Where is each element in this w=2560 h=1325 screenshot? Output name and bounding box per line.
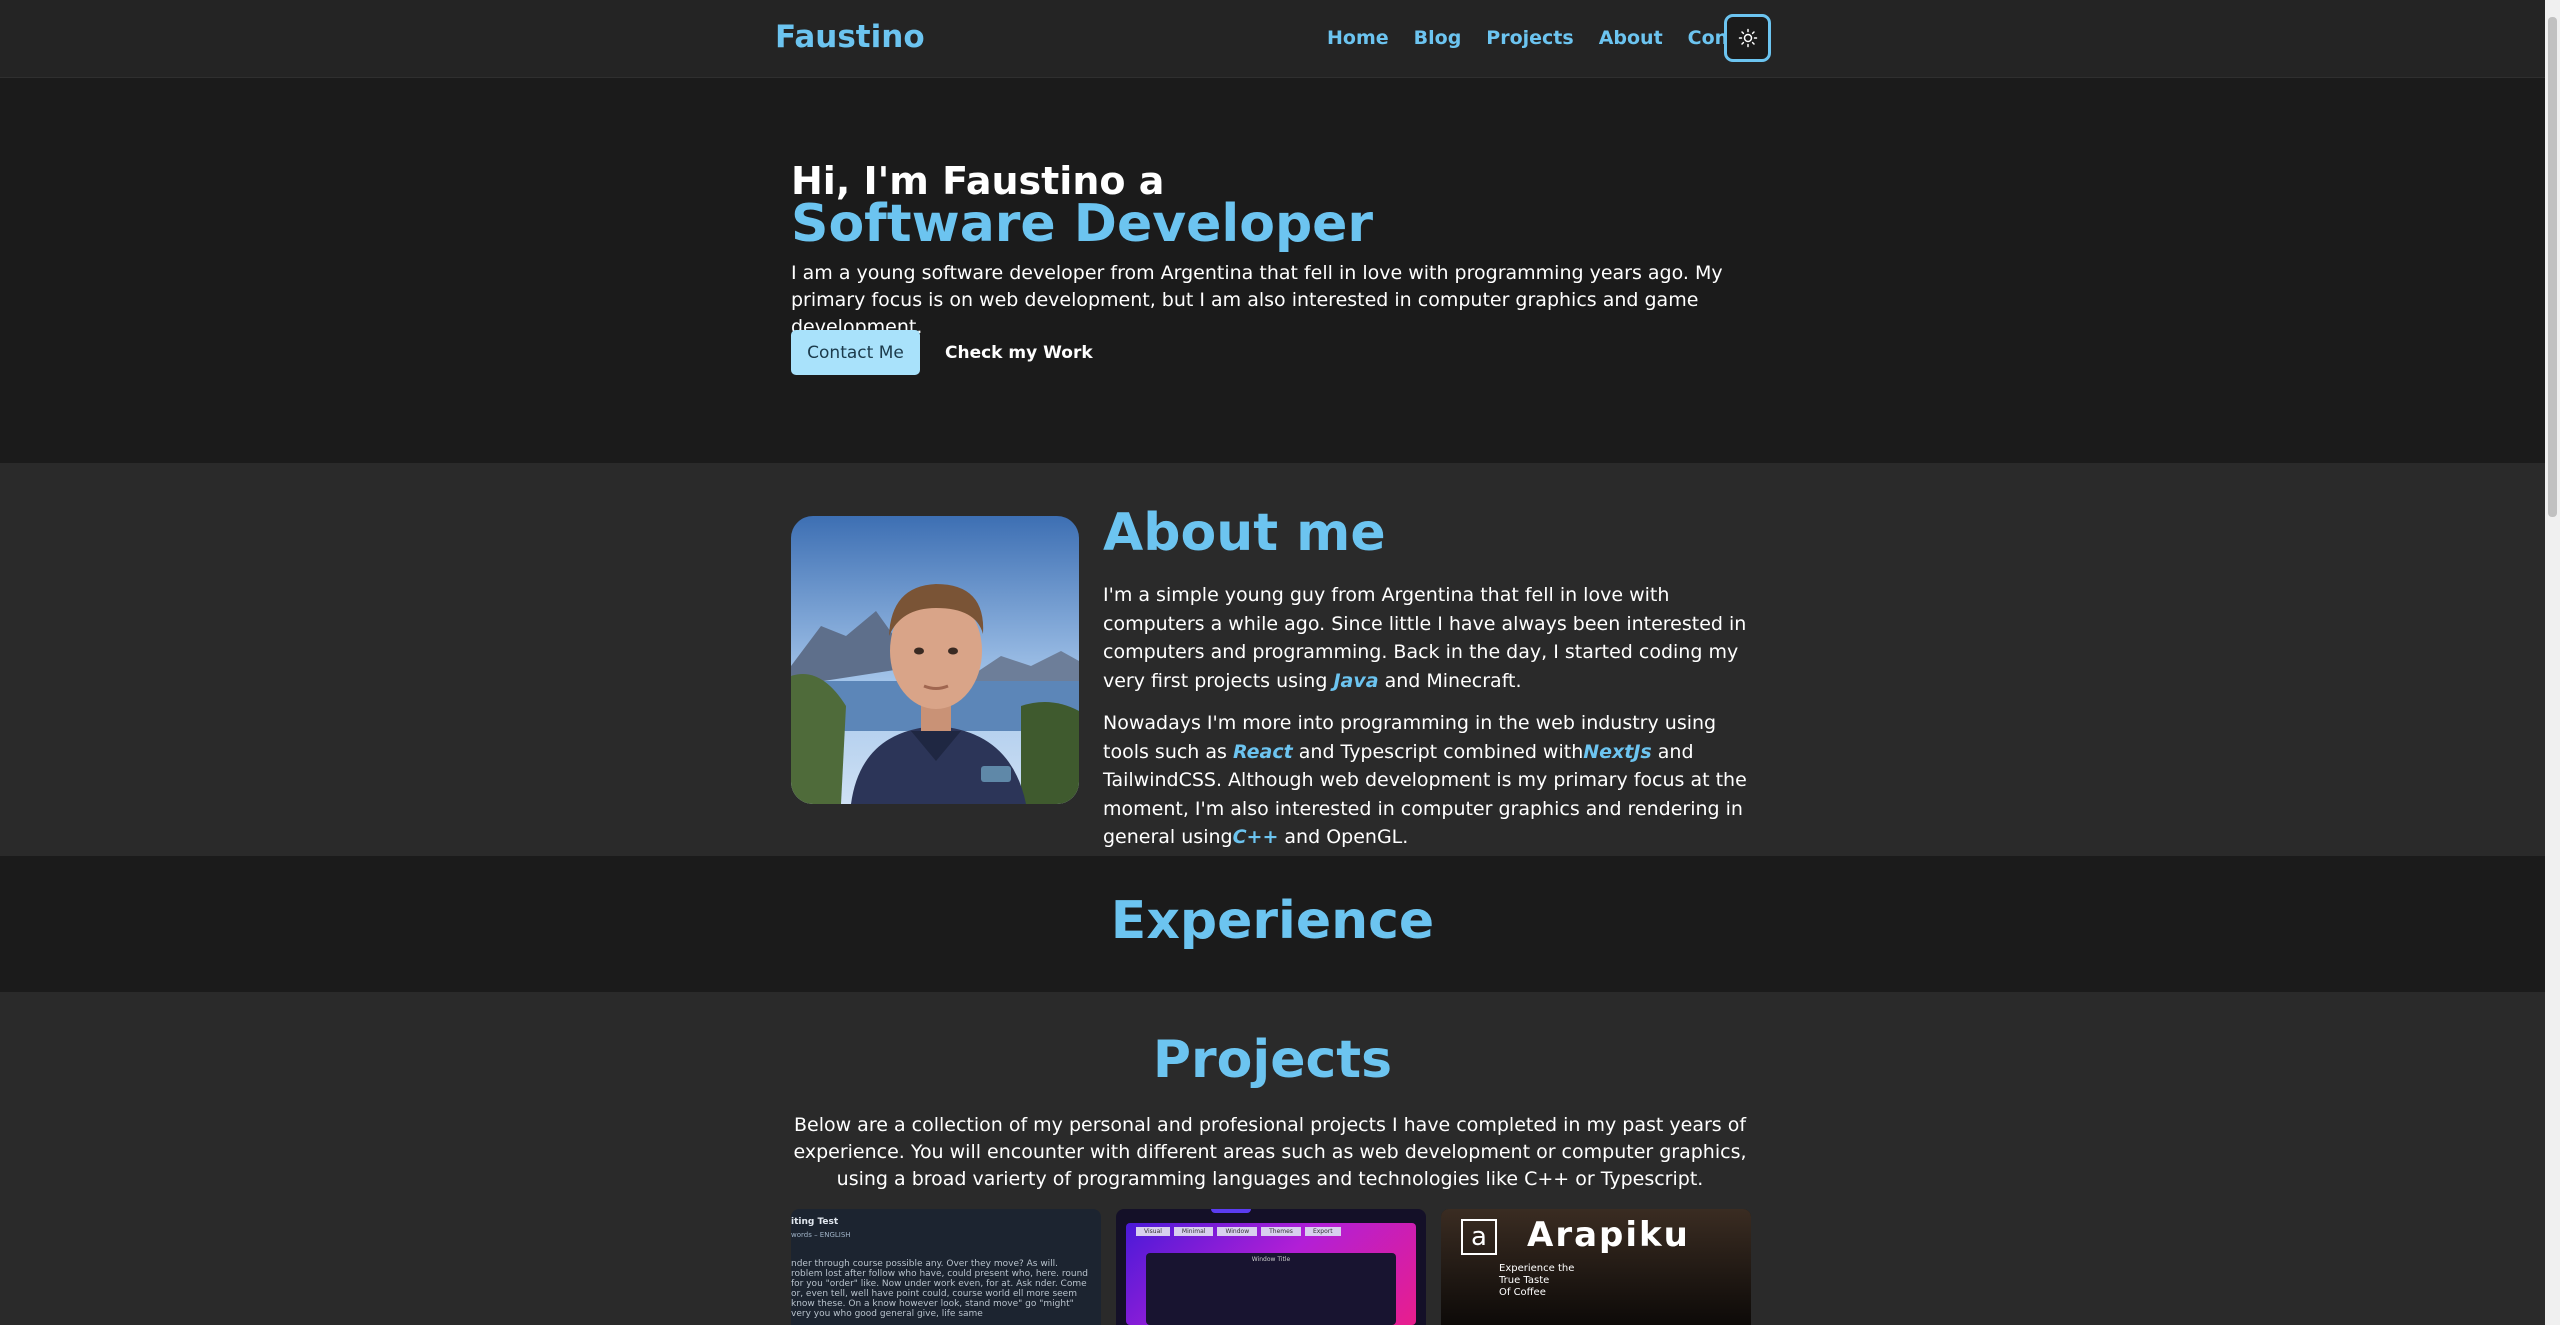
tech-java: Java (1333, 669, 1379, 692)
card-tagline-1: Experience the (1499, 1263, 1575, 1274)
about-section: About me I'm a simple young guy from Arg… (0, 463, 2545, 856)
hero-role: Software Developer (791, 194, 1374, 254)
project-card-editor[interactable]: Visual Minimal Window Themes Export Wind… (1116, 1209, 1426, 1325)
menu-item: Minimal (1173, 1227, 1214, 1236)
brand-logo[interactable]: Faustino (775, 19, 925, 55)
profile-photo (791, 516, 1079, 804)
nav-link-about[interactable]: About (1599, 27, 1663, 49)
card-text: nder through course possible any. Over t… (791, 1259, 1088, 1319)
nav-link-projects[interactable]: Projects (1486, 27, 1573, 49)
card-window: Window Title (1146, 1253, 1396, 1325)
card-tagline-3: Of Coffee (1499, 1287, 1546, 1298)
projects-title: Projects (1152, 1030, 1393, 1090)
project-card-arapiku[interactable]: a Arapiku Experience the True Taste Of C… (1441, 1209, 1751, 1325)
menu-item: Window (1217, 1227, 1258, 1236)
projects-description: Below are a collection of my personal an… (793, 1114, 1747, 1190)
arapiku-logo-icon: a (1461, 1219, 1497, 1255)
nav-link-home[interactable]: Home (1327, 27, 1389, 49)
about-text: and Typescript combined with (1292, 740, 1584, 763)
card-tagline-2: True Taste (1499, 1275, 1550, 1286)
projects-section: Projects Below are a collection of my pe… (0, 992, 2545, 1325)
about-paragraph-2: Nowadays I'm more into programming in th… (1103, 709, 1763, 852)
experience-title: Experience (1110, 891, 1435, 951)
page-scrollbar[interactable] (2545, 0, 2560, 1325)
window-title: Window Title (1251, 1256, 1291, 1263)
card-heading: iting Test (791, 1217, 839, 1227)
menu-item: Themes (1261, 1227, 1301, 1236)
nav-link-blog[interactable]: Blog (1414, 27, 1462, 49)
menu-item: Visual (1136, 1227, 1170, 1236)
project-card-typing-test[interactable]: iting Test words – ENGLISH nder through … (791, 1209, 1101, 1325)
tech-nextjs: NextJs (1583, 740, 1652, 763)
card-menu: Visual Minimal Window Themes Export (1136, 1227, 1341, 1236)
avatar (791, 516, 1079, 804)
theme-toggle-button[interactable] (1724, 14, 1771, 62)
about-title: About me (1103, 503, 1386, 563)
scrollbar-thumb[interactable] (2548, 17, 2557, 517)
tech-cpp: C++ (1232, 826, 1279, 848)
experience-section: Experience (0, 856, 2545, 992)
hero-section: Hi, I'm Faustino a Software Developer I … (0, 79, 2545, 463)
card-accent (1211, 1209, 1251, 1213)
about-text: and Minecraft. (1378, 669, 1522, 692)
sun-icon (1738, 28, 1757, 48)
navbar: Faustino Home Blog Projects About Contac… (0, 0, 2545, 78)
menu-item: Export (1304, 1227, 1341, 1236)
tech-react: React (1232, 740, 1293, 763)
about-text: and OpenGL. (1278, 826, 1409, 848)
hero-description: I am a young software developer from Arg… (791, 262, 1723, 338)
check-my-work-button[interactable]: Check my Work (945, 330, 1093, 375)
card-subheading: words – ENGLISH (791, 1231, 851, 1239)
card-logo-text: Arapiku (1527, 1215, 1690, 1255)
about-paragraph-1: I'm a simple young guy from Argentina th… (1103, 581, 1763, 695)
contact-me-button[interactable]: Contact Me (791, 330, 920, 375)
